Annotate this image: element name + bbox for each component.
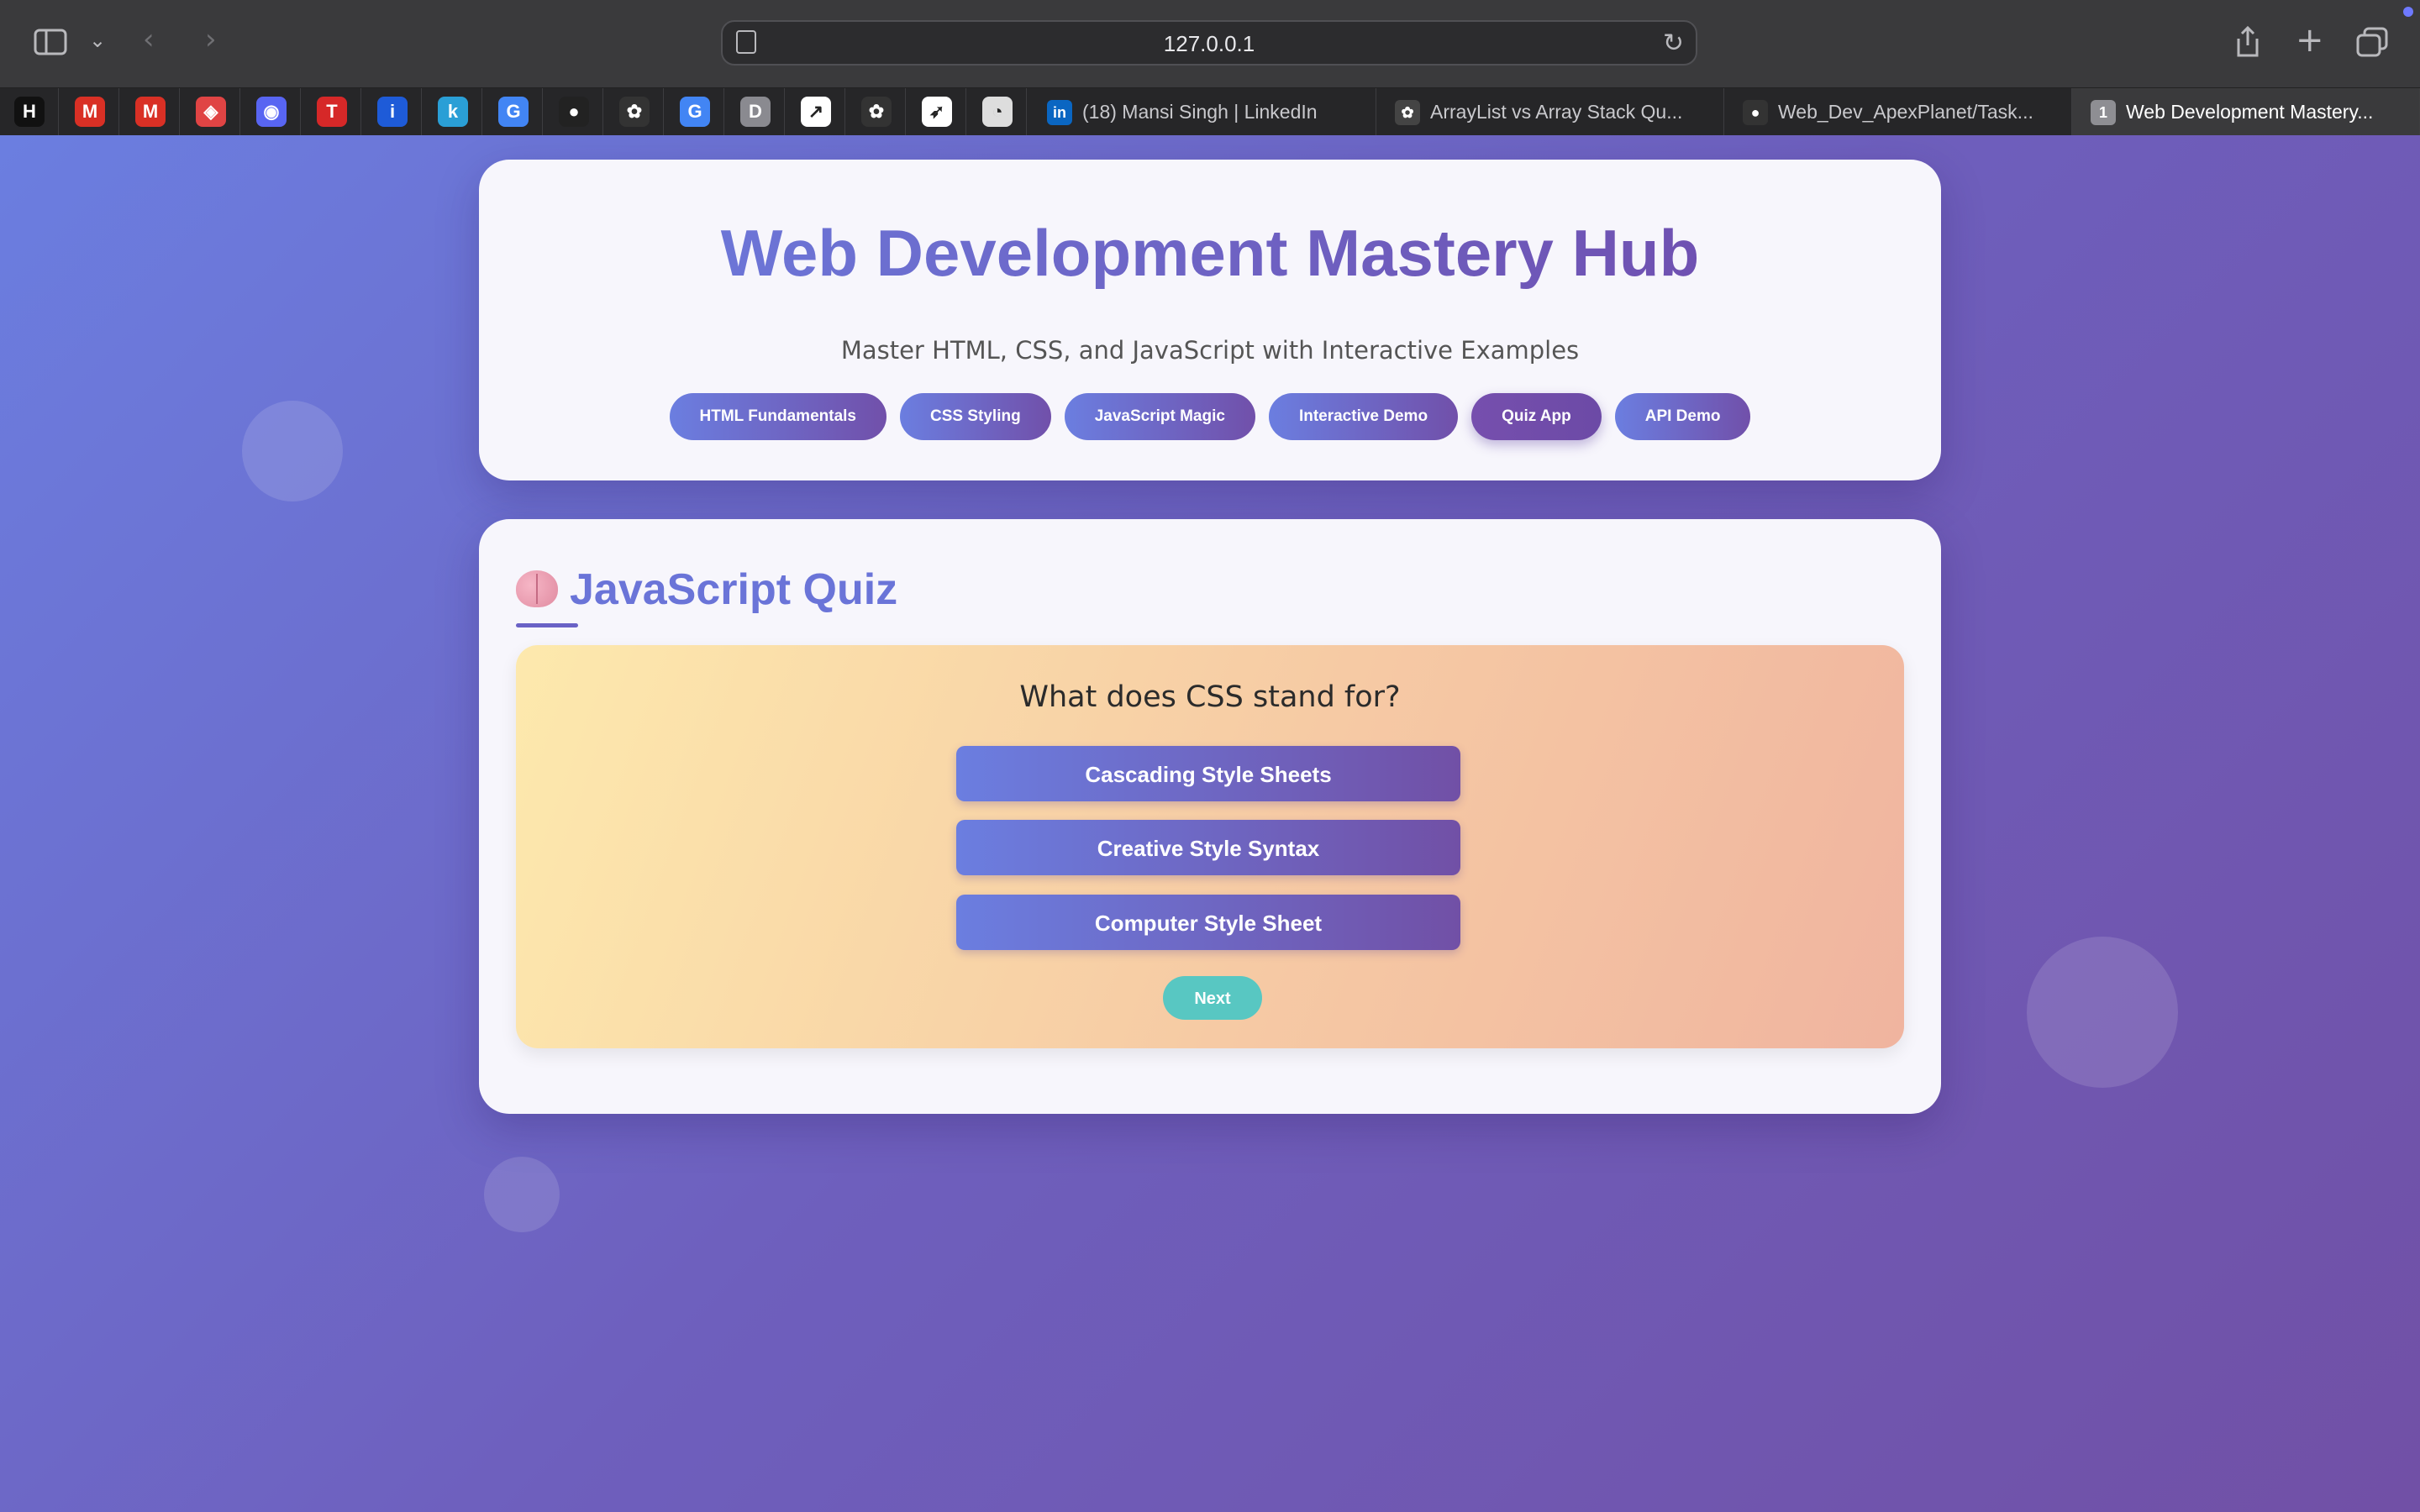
back-arrow-icon[interactable]: ‹ — [143, 25, 155, 54]
address-bar[interactable]: 127.0.0.1 ↻ — [721, 20, 1697, 66]
page-subtitle: Master HTML, CSS, and JavaScript with In… — [840, 336, 1580, 365]
nav-button-interactive-demo[interactable]: Interactive Demo — [1268, 393, 1459, 440]
share-icon[interactable] — [2233, 25, 2262, 64]
google-icon: G — [680, 97, 710, 127]
chart-icon: ↗ — [801, 97, 831, 127]
tab-label: ArrayList vs Array Stack Qu... — [1430, 101, 1683, 123]
header-card: Web Development Mastery Hub Master HTML,… — [479, 160, 1941, 480]
heading-underline — [516, 623, 578, 627]
pinned-tab[interactable]: ➶ — [908, 88, 966, 135]
reload-icon[interactable]: ↻ — [1663, 29, 1684, 58]
nav-button-api-demo[interactable]: API Demo — [1614, 393, 1751, 440]
browser-tab[interactable]: 1 Web Development Mastery... — [2072, 88, 2420, 135]
gmail-icon: M — [75, 97, 105, 127]
quiz-panel: What does CSS stand for? Cascading Style… — [516, 645, 1904, 1048]
quiz-option-button[interactable]: Cascading Style Sheets — [956, 746, 1460, 801]
page-title: Web Development Mastery Hub — [479, 215, 1941, 291]
k-icon: k — [438, 97, 468, 127]
pinned-tab[interactable]: ● — [544, 88, 603, 135]
openai-icon: ✿ — [1395, 100, 1420, 125]
notification-dot — [2403, 7, 2413, 17]
nav-button-quiz-app[interactable]: Quiz App — [1471, 393, 1602, 440]
url-text[interactable]: 127.0.0.1 — [723, 31, 1696, 57]
quiz-heading-text: JavaScript Quiz — [570, 565, 898, 614]
quiz-option-button[interactable]: Creative Style Syntax — [956, 820, 1460, 875]
quiz-question: What does CSS stand for? — [1019, 680, 1401, 714]
browser-tab[interactable]: ● Web_Dev_ApexPlanet/Task... — [1724, 88, 2072, 135]
tab-strip: H M M ◈ ◉ Ti k G ● ✿ G D ↗ ✿ ➶ ◔ in (18) Mansi Singh | Li… — [0, 88, 2420, 135]
google-icon: G — [498, 97, 529, 127]
decorative-bubble — [2027, 937, 2178, 1088]
pinned-tab[interactable]: k — [424, 88, 482, 135]
pinned-tab[interactable]: T — [302, 88, 361, 135]
gmail-icon: M — [135, 97, 166, 127]
openai-icon: ✿ — [619, 97, 650, 127]
decorative-bubble — [242, 401, 343, 501]
new-tab-plus-icon[interactable]: + — [2296, 24, 2324, 57]
chevron-down-icon[interactable]: ⌄ — [89, 30, 106, 50]
clock-icon: ◔ — [982, 97, 1013, 127]
pinned-tab[interactable]: D — [726, 88, 785, 135]
pinned-tab[interactable]: i — [363, 88, 422, 135]
tab-overview-icon[interactable] — [2356, 27, 2388, 62]
quiz-heading: JavaScript Quiz — [516, 564, 897, 615]
nav-button-html-fundamentals[interactable]: HTML Fundamentals — [669, 393, 886, 440]
nav-button-css-styling[interactable]: CSS Styling — [900, 393, 1051, 440]
d-icon: D — [740, 97, 771, 127]
rocket-icon: ➶ — [922, 97, 952, 127]
openai-icon: ✿ — [861, 97, 892, 127]
tuf-icon: T — [317, 97, 347, 127]
brain-icon — [516, 570, 558, 607]
pinned-tab[interactable]: M — [60, 88, 119, 135]
section-nav: HTML Fundamentals CSS Styling JavaScript M… — [479, 393, 1941, 440]
next-button[interactable]: Next — [1163, 976, 1262, 1020]
github-icon: ● — [559, 97, 589, 127]
pinned-tab[interactable]: ◉ — [242, 88, 301, 135]
tab-label: Web Development Mastery... — [2126, 101, 2374, 123]
linkedin-icon: in — [1047, 100, 1072, 125]
sidebar-toggle-icon[interactable] — [34, 29, 67, 60]
pinned-tab[interactable]: ✿ — [605, 88, 664, 135]
decorative-bubble — [484, 1157, 560, 1232]
nav-button-javascript-magic[interactable]: JavaScript Magic — [1064, 393, 1255, 440]
pinned-tab[interactable]: ↗ — [786, 88, 845, 135]
bars-icon: i — [377, 97, 408, 127]
pinned-tab[interactable]: ◈ — [182, 88, 240, 135]
discord-icon: ◉ — [256, 97, 287, 127]
pinned-tab[interactable]: ✿ — [847, 88, 906, 135]
pinned-tab[interactable]: G — [484, 88, 543, 135]
page-viewport: Web Development Mastery Hub Master HTML,… — [0, 135, 2420, 1512]
github-icon: ● — [1743, 100, 1768, 125]
pinned-tab[interactable]: M — [121, 88, 180, 135]
quiz-card: JavaScript Quiz What does CSS stand for?… — [479, 519, 1941, 1114]
pinned-tab[interactable]: H — [0, 88, 59, 135]
browser-tab[interactable]: ✿ ArrayList vs Array Stack Qu... — [1376, 88, 1724, 135]
browser-tab[interactable]: in (18) Mansi Singh | LinkedIn — [1028, 88, 1376, 135]
tab-label: Web_Dev_ApexPlanet/Task... — [1778, 101, 2033, 123]
tab-label: (18) Mansi Singh | LinkedIn — [1082, 101, 1318, 123]
browser-toolbar: ⌄ ‹ › 127.0.0.1 ↻ + — [0, 0, 2420, 88]
quiz-option-button[interactable]: Computer Style Sheet — [956, 895, 1460, 950]
forward-arrow-icon[interactable]: › — [205, 25, 217, 54]
tab-number-icon: 1 — [2091, 100, 2116, 125]
pinned-tab[interactable]: ◔ — [968, 88, 1027, 135]
cube-icon: ◈ — [196, 97, 226, 127]
pinned-tab[interactable]: G — [666, 88, 724, 135]
nh-icon: H — [14, 97, 45, 127]
